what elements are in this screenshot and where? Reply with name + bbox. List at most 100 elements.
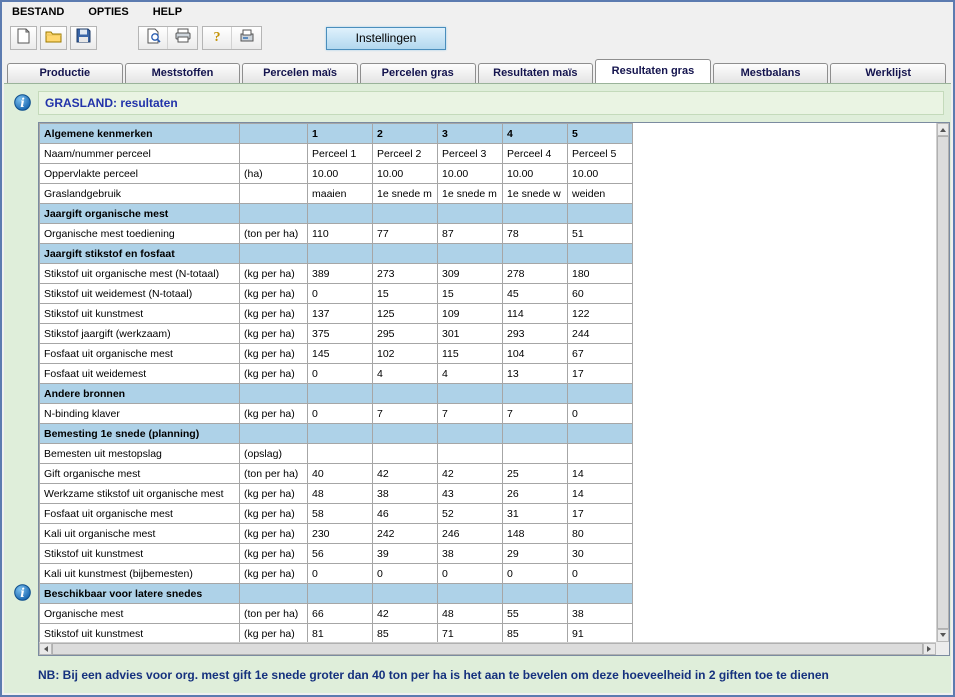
scroll-up-icon bbox=[940, 125, 946, 132]
value-cell: 0 bbox=[308, 364, 373, 384]
scroll-left-button[interactable] bbox=[39, 643, 52, 655]
value-cell: Perceel 5 bbox=[568, 144, 633, 164]
tab-percelen-gras[interactable]: Percelen gras bbox=[360, 63, 476, 83]
value-cell: 104 bbox=[503, 344, 568, 364]
info-icon[interactable]: i bbox=[14, 94, 31, 111]
row-label: Fosfaat uit organische mest bbox=[40, 504, 240, 524]
tab-resultaten-mais[interactable]: Resultaten maïs bbox=[478, 63, 594, 83]
row-label: Organische mest toediening bbox=[40, 224, 240, 244]
value-cell: 1e snede m bbox=[373, 184, 438, 204]
row-unit: (kg per ha) bbox=[240, 344, 308, 364]
row-unit: (kg per ha) bbox=[240, 624, 308, 644]
value-cell: 180 bbox=[568, 264, 633, 284]
value-cell: 10.00 bbox=[373, 164, 438, 184]
row-unit: (kg per ha) bbox=[240, 324, 308, 344]
row-label: Bemesten uit mestopslag bbox=[40, 444, 240, 464]
row-unit: (ton per ha) bbox=[240, 464, 308, 484]
settings-button[interactable]: Instellingen bbox=[326, 27, 446, 50]
row-label: Organische mest bbox=[40, 604, 240, 624]
value-cell: 0 bbox=[568, 404, 633, 424]
value-cell: 43 bbox=[438, 484, 503, 504]
value-cell: 125 bbox=[373, 304, 438, 324]
scroll-right-icon bbox=[927, 646, 934, 652]
scroll-down-button[interactable] bbox=[937, 629, 949, 642]
value-cell: 38 bbox=[568, 604, 633, 624]
row-label: Fosfaat uit organische mest bbox=[40, 344, 240, 364]
help-icon: ? bbox=[214, 30, 221, 46]
value-cell: 10.00 bbox=[438, 164, 503, 184]
row-label: Werkzame stikstof uit organische mest bbox=[40, 484, 240, 504]
value-cell bbox=[503, 244, 568, 264]
value-cell: 7 bbox=[438, 404, 503, 424]
value-cell: 91 bbox=[568, 624, 633, 644]
value-cell bbox=[308, 424, 373, 444]
open-button[interactable] bbox=[40, 26, 67, 50]
scrollbar-corner bbox=[936, 642, 949, 655]
value-cell: 115 bbox=[438, 344, 503, 364]
save-icon bbox=[76, 28, 91, 48]
horizontal-scrollbar[interactable] bbox=[39, 642, 936, 655]
info-icon-later-snedes[interactable]: i bbox=[14, 584, 31, 601]
horizontal-scroll-thumb[interactable] bbox=[52, 643, 923, 655]
row-label: Stikstof uit kunstmest bbox=[40, 624, 240, 644]
value-cell: 309 bbox=[438, 264, 503, 284]
value-cell: 80 bbox=[568, 524, 633, 544]
value-cell bbox=[503, 444, 568, 464]
value-cell: 58 bbox=[308, 504, 373, 524]
menu-bestand[interactable]: BESTAND bbox=[12, 6, 64, 18]
value-cell: 67 bbox=[568, 344, 633, 364]
tab-percelen-mais[interactable]: Percelen maïs bbox=[242, 63, 358, 83]
value-cell: 273 bbox=[373, 264, 438, 284]
vertical-scroll-thumb[interactable] bbox=[937, 136, 949, 629]
section-row: Jaargift organische mest bbox=[40, 204, 633, 224]
row-unit: (kg per ha) bbox=[240, 304, 308, 324]
value-cell: 0 bbox=[308, 284, 373, 304]
content-area: i GRASLAND: resultaten i Algemene kenmer… bbox=[4, 83, 951, 693]
print-preview-button[interactable] bbox=[139, 27, 168, 49]
row-label: Naam/nummer perceel bbox=[40, 144, 240, 164]
tab-mestbalans[interactable]: Mestbalans bbox=[713, 63, 829, 83]
value-cell bbox=[568, 424, 633, 444]
scroll-right-button[interactable] bbox=[923, 643, 936, 655]
fax-button[interactable] bbox=[232, 27, 261, 49]
tab-productie[interactable]: Productie bbox=[7, 63, 123, 83]
value-cell: 301 bbox=[438, 324, 503, 344]
value-cell: 77 bbox=[373, 224, 438, 244]
row-unit bbox=[240, 184, 308, 204]
value-cell: Perceel 2 bbox=[373, 144, 438, 164]
menu-help[interactable]: HELP bbox=[153, 6, 182, 18]
row-unit: (kg per ha) bbox=[240, 404, 308, 424]
row-unit: (kg per ha) bbox=[240, 564, 308, 584]
value-cell: 1e snede m bbox=[438, 184, 503, 204]
value-cell: 137 bbox=[308, 304, 373, 324]
value-cell: 145 bbox=[308, 344, 373, 364]
results-table: Algemene kenmerken12345Naam/nummer perce… bbox=[39, 123, 633, 644]
scroll-left-icon bbox=[41, 646, 48, 652]
tab-werklijst[interactable]: Werklijst bbox=[830, 63, 946, 83]
app-window: BESTAND OPTIES HELP bbox=[0, 0, 955, 697]
value-cell bbox=[503, 424, 568, 444]
new-button[interactable] bbox=[10, 26, 37, 50]
save-button[interactable] bbox=[70, 26, 97, 50]
vertical-scrollbar[interactable] bbox=[936, 123, 949, 642]
menu-opties[interactable]: OPTIES bbox=[88, 6, 128, 18]
row-label: Gift organische mest bbox=[40, 464, 240, 484]
value-cell: 0 bbox=[503, 564, 568, 584]
value-cell: 4 bbox=[373, 364, 438, 384]
value-cell bbox=[308, 244, 373, 264]
scroll-up-button[interactable] bbox=[937, 123, 949, 136]
value-cell: 0 bbox=[438, 564, 503, 584]
column-header: 1 bbox=[308, 124, 373, 144]
value-cell: 0 bbox=[308, 564, 373, 584]
value-cell: 85 bbox=[373, 624, 438, 644]
tab-meststoffen[interactable]: Meststoffen bbox=[125, 63, 241, 83]
help-button[interactable]: ? bbox=[203, 27, 232, 49]
value-cell: 389 bbox=[308, 264, 373, 284]
value-cell: 14 bbox=[568, 464, 633, 484]
value-cell: 7 bbox=[503, 404, 568, 424]
data-row: Fosfaat uit organische mest(kg per ha)58… bbox=[40, 504, 633, 524]
value-cell: 42 bbox=[373, 604, 438, 624]
row-unit: (ha) bbox=[240, 164, 308, 184]
print-button[interactable] bbox=[168, 27, 197, 49]
tab-resultaten-gras[interactable]: Resultaten gras bbox=[595, 59, 711, 83]
